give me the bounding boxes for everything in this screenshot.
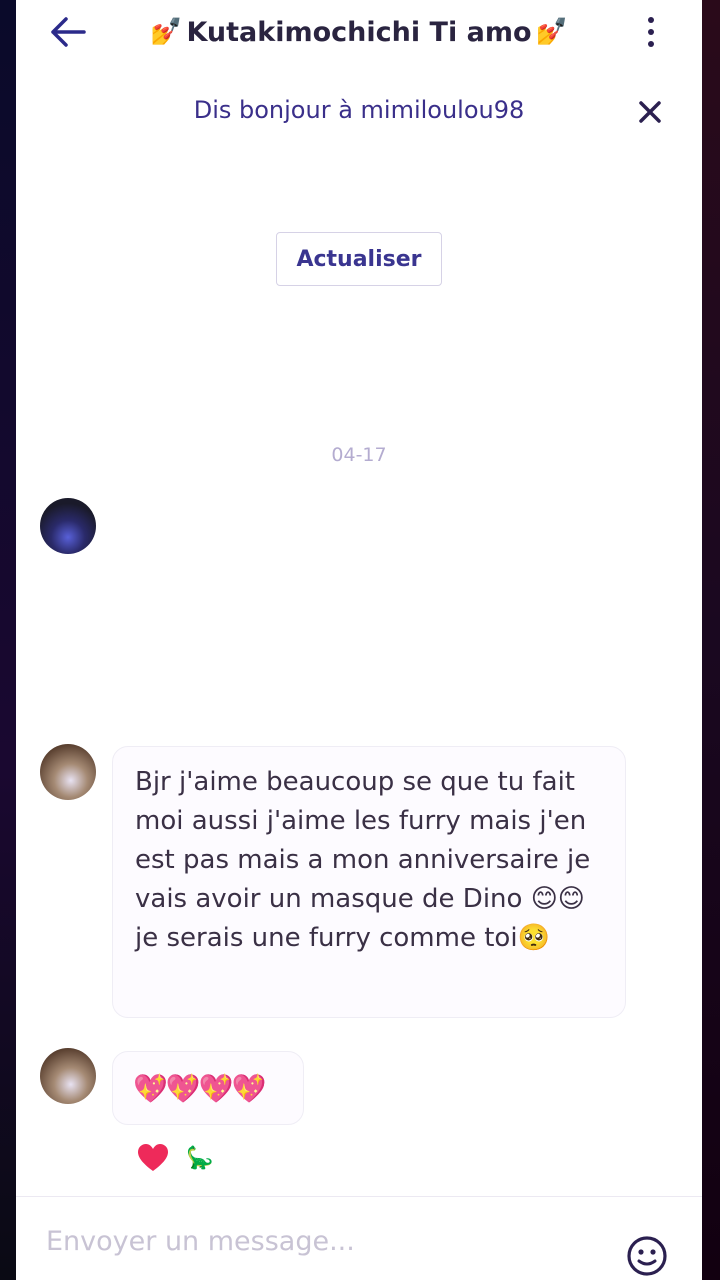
nail-polish-emoji-left: 💅: [150, 17, 183, 47]
message-bubble[interactable]: 💖💖💖💖: [112, 1051, 304, 1125]
smiley-icon: [627, 1236, 667, 1276]
chat-title-text: Kutakimochichi Ti amo: [186, 16, 532, 48]
refresh-button[interactable]: Actualiser: [276, 232, 442, 286]
more-options-button[interactable]: [634, 10, 668, 54]
date-separator: 04-17: [331, 444, 387, 466]
back-button[interactable]: [48, 12, 88, 52]
nail-polish-emoji-right: 💅: [535, 17, 568, 47]
chat-title: 💅 Kutakimochichi Ti amo 💅: [136, 12, 582, 52]
more-vertical-icon-dot: [648, 29, 654, 35]
message-composer: [16, 1196, 702, 1280]
avatar[interactable]: [40, 1048, 96, 1104]
more-vertical-icon-dot: [648, 41, 654, 47]
heart-icon[interactable]: [136, 1143, 170, 1173]
close-icon: [639, 101, 661, 123]
arrow-left-icon: [51, 17, 86, 47]
say-hello-banner: Dis bonjour à mimiloulou98: [16, 88, 702, 136]
message-emoji-text: 💖💖💖💖: [133, 1071, 266, 1105]
banner-close-button[interactable]: [634, 96, 666, 128]
chat-header: 💅 Kutakimochichi Ti amo 💅: [16, 0, 702, 64]
avatar[interactable]: [40, 744, 96, 800]
left-screen-edge: [0, 0, 16, 1280]
chat-screen: 💅 Kutakimochichi Ti amo 💅 Dis bonjour à …: [16, 0, 702, 1280]
message-reactions: 🦕: [136, 1140, 213, 1176]
avatar[interactable]: [40, 498, 96, 554]
more-vertical-icon: [648, 17, 654, 23]
message-input[interactable]: [46, 1219, 606, 1263]
emoji-button[interactable]: [626, 1235, 668, 1277]
message-bubble[interactable]: Bjr j'aime beaucoup se que tu fait moi a…: [112, 746, 626, 1018]
say-hello-text: Dis bonjour à mimiloulou98: [193, 96, 525, 124]
message-text: Bjr j'aime beaucoup se que tu fait moi a…: [135, 767, 591, 953]
dinosaur-reaction-icon[interactable]: 🦕: [186, 1146, 213, 1171]
right-screen-edge: [702, 0, 720, 1280]
